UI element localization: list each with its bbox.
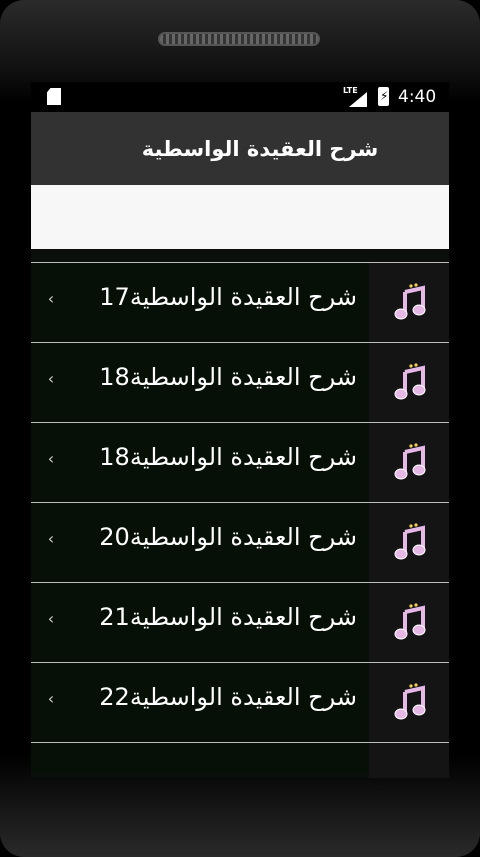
search-input[interactable] <box>31 185 449 249</box>
list-item-label: شرح العقيدة الواسطية20 <box>99 523 357 551</box>
list-item[interactable] <box>31 742 449 778</box>
status-bar: LTE ⚡ 4:40 <box>31 82 449 112</box>
list-item[interactable]: ‹ شرح العقيدة الواسطية20 <box>31 502 449 582</box>
lesson-list: ‹ شرح العقيدة الواسطية17 ‹ شرح العقيدة ا… <box>31 262 449 778</box>
app-screen: LTE ⚡ 4:40 شرح العقيدة الواسطية ‹ شرح ال… <box>31 82 449 778</box>
list-item[interactable]: ‹ شرح العقيدة الواسطية21 <box>31 582 449 662</box>
network-type: LTE <box>343 86 358 95</box>
music-note-icon <box>394 523 426 560</box>
lte-signal-icon: LTE <box>343 86 369 107</box>
list-item-label: شرح العقيدة الواسطية18 <box>99 443 357 471</box>
charging-bolt-icon: ⚡ <box>380 89 389 103</box>
list-item-icon-cell <box>369 423 449 502</box>
list-item-icon-cell <box>369 343 449 422</box>
list-item-label: شرح العقيدة الواسطية17 <box>99 283 357 311</box>
list-item-label: شرح العقيدة الواسطية18 <box>99 363 357 391</box>
page-title: شرح العقيدة الواسطية <box>141 136 379 161</box>
list-item-icon-cell <box>369 583 449 662</box>
sd-card-icon <box>47 88 61 105</box>
app-bar: شرح العقيدة الواسطية <box>31 112 449 185</box>
list-item-icon-cell <box>369 503 449 582</box>
battery-icon: ⚡ <box>378 87 389 106</box>
speaker-grille <box>158 32 320 46</box>
music-note-icon <box>394 443 426 480</box>
chevron-left-icon: ‹ <box>47 369 55 388</box>
list-item-label: شرح العقيدة الواسطية22 <box>99 683 357 711</box>
chevron-left-icon: ‹ <box>47 609 55 628</box>
music-note-icon <box>394 363 426 400</box>
list-item[interactable]: ‹ شرح العقيدة الواسطية18 <box>31 422 449 502</box>
status-time: 4:40 <box>398 87 437 107</box>
list-item-label: شرح العقيدة الواسطية21 <box>99 603 357 631</box>
chevron-left-icon: ‹ <box>47 689 55 708</box>
list-item-icon-cell <box>369 663 449 742</box>
music-note-icon <box>394 683 426 720</box>
list-item[interactable]: ‹ شرح العقيدة الواسطية17 <box>31 262 449 342</box>
phone-frame: LTE ⚡ 4:40 شرح العقيدة الواسطية ‹ شرح ال… <box>0 0 480 857</box>
music-note-icon <box>394 283 426 320</box>
chevron-left-icon: ‹ <box>47 529 55 548</box>
chevron-left-icon: ‹ <box>47 289 55 308</box>
list-item-icon-cell <box>369 263 449 342</box>
list-item[interactable]: ‹ شرح العقيدة الواسطية22 <box>31 662 449 742</box>
music-note-icon <box>394 603 426 640</box>
chevron-left-icon: ‹ <box>47 449 55 468</box>
list-item[interactable]: ‹ شرح العقيدة الواسطية18 <box>31 342 449 422</box>
list-item-icon-cell <box>369 743 449 778</box>
